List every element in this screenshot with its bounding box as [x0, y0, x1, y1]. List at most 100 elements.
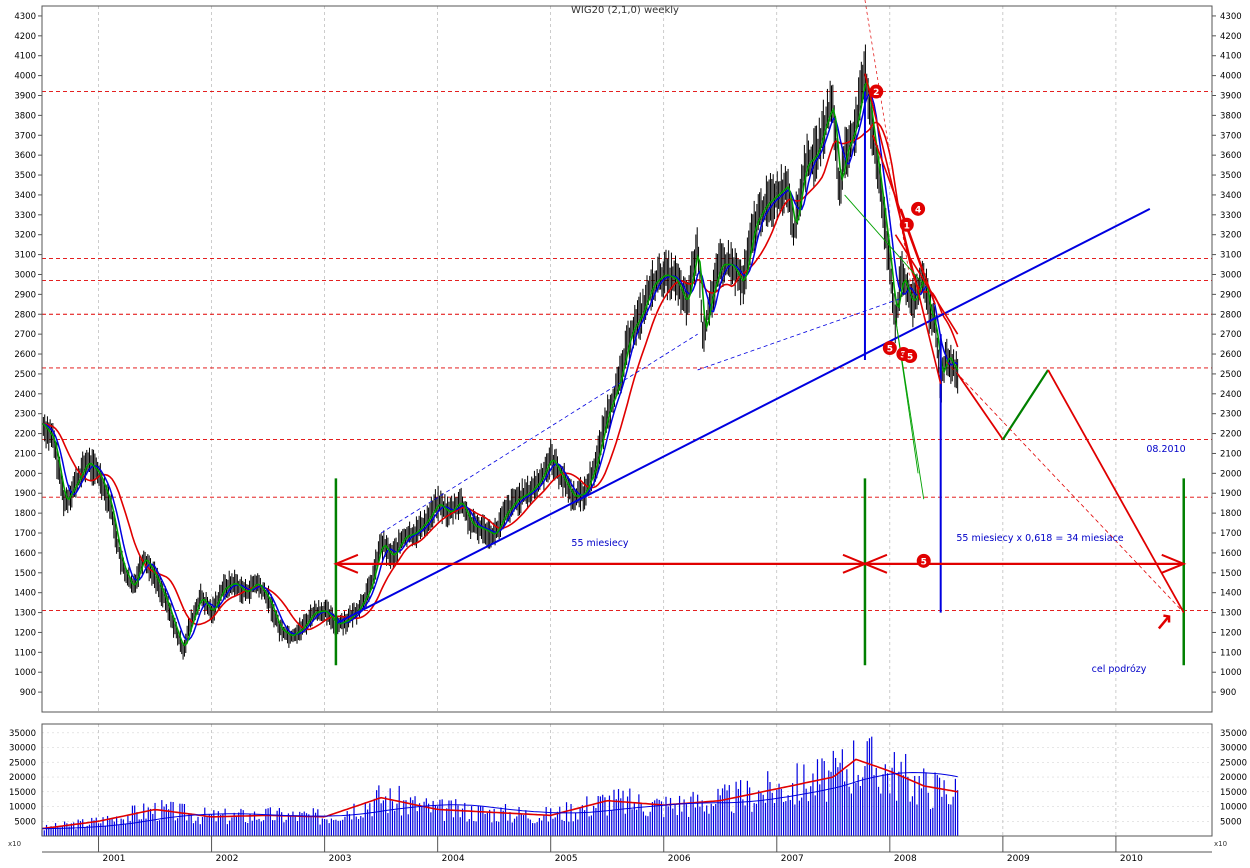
months-label: 55 miesiecy — [571, 538, 629, 549]
y-tick-label-left: 2000 — [14, 469, 36, 479]
y-tick-label-right: 1800 — [1220, 509, 1242, 519]
y-tick-label-left: 4300 — [14, 12, 36, 22]
y-tick-label-right: 1100 — [1220, 648, 1242, 658]
y-tick-label-right: 1000 — [1220, 668, 1242, 678]
y-tick-label-right: 4200 — [1220, 32, 1242, 42]
x-tick-label: 2008 — [894, 854, 917, 864]
y-tick-label-left: 4000 — [14, 72, 36, 82]
x-tick-label: 2010 — [1120, 854, 1143, 864]
y-tick-label-right: 1400 — [1220, 589, 1242, 599]
volume-tick-label-left: 35000 — [9, 729, 36, 739]
y-tick-label-left: 3800 — [14, 111, 36, 121]
y-tick-label-left: 2500 — [14, 370, 36, 380]
y-tick-label-right: 2400 — [1220, 390, 1242, 400]
y-tick-label-left: 2300 — [14, 410, 36, 420]
y-tick-label-right: 4300 — [1220, 12, 1242, 22]
y-tick-label-left: 1500 — [14, 569, 36, 579]
y-tick-label-left: 1800 — [14, 509, 36, 519]
y-tick-label-right: 1600 — [1220, 549, 1242, 559]
volume-tick-label-left: 30000 — [9, 744, 36, 754]
fib-label: 55 miesiecy x 0,618 = 34 miesiace — [956, 533, 1123, 544]
y-tick-label-left: 1300 — [14, 609, 36, 619]
y-tick-label-left: 2700 — [14, 330, 36, 340]
x-tick-label: 2005 — [555, 854, 578, 864]
y-tick-label-left: 2200 — [14, 430, 36, 440]
y-tick-label-right: 2500 — [1220, 370, 1242, 380]
wave-marker-label: 5 — [887, 345, 893, 355]
volume-unit-label-right: x10 — [1214, 840, 1227, 848]
x-tick-label: 2003 — [329, 854, 352, 864]
x-tick-label: 2002 — [216, 854, 239, 864]
target-label: cel podrózy — [1092, 664, 1147, 675]
y-tick-label-right: 3000 — [1220, 270, 1242, 280]
volume-unit-label-left: x10 — [8, 840, 21, 848]
y-tick-label-left: 4100 — [14, 52, 36, 62]
y-tick-label-right: 3800 — [1220, 111, 1242, 121]
x-tick-label: 2001 — [103, 854, 126, 864]
y-tick-label-right: 3200 — [1220, 231, 1242, 241]
y-tick-label-left: 3500 — [14, 171, 36, 181]
y-tick-label-right: 3100 — [1220, 251, 1242, 261]
volume-tick-label-right: 30000 — [1220, 744, 1247, 754]
y-tick-label-left: 1200 — [14, 628, 36, 638]
y-tick-label-left: 2400 — [14, 390, 36, 400]
volume-tick-label-left: 20000 — [9, 773, 36, 783]
volume-tick-label-right: 15000 — [1220, 788, 1247, 798]
y-tick-label-left: 1100 — [14, 648, 36, 658]
y-tick-label-left: 1600 — [14, 549, 36, 559]
volume-tick-label-left: 25000 — [9, 758, 36, 768]
volume-tick-label-right: 10000 — [1220, 803, 1247, 813]
y-tick-label-left: 3200 — [14, 231, 36, 241]
y-tick-label-left: 1900 — [14, 489, 36, 499]
chart-root: 1234555 20012002200320042005200620072008… — [0, 0, 1250, 864]
volume-tick-label-right: 5000 — [1220, 817, 1242, 827]
y-tick-label-right: 3300 — [1220, 211, 1242, 221]
y-tick-label-right: 2600 — [1220, 350, 1242, 360]
y-tick-label-right: 3900 — [1220, 91, 1242, 101]
y-tick-label-right: 4100 — [1220, 52, 1242, 62]
y-tick-label-right: 1300 — [1220, 609, 1242, 619]
y-tick-label-right: 2200 — [1220, 430, 1242, 440]
y-tick-label-right: 2900 — [1220, 290, 1242, 300]
y-tick-label-right: 1700 — [1220, 529, 1242, 539]
y-tick-label-left: 2800 — [14, 310, 36, 320]
price-volume-chart: 1234555 20012002200320042005200620072008… — [0, 0, 1250, 864]
y-tick-label-right: 900 — [1220, 688, 1236, 698]
x-tick-label: 2004 — [442, 854, 465, 864]
y-tick-label-left: 3300 — [14, 211, 36, 221]
x-tick-label: 2007 — [781, 854, 804, 864]
y-tick-label-left: 1000 — [14, 668, 36, 678]
y-tick-label-right: 4000 — [1220, 72, 1242, 82]
y-tick-label-right: 3500 — [1220, 171, 1242, 181]
chart-background — [0, 0, 1250, 864]
y-tick-label-right: 3700 — [1220, 131, 1242, 141]
y-tick-label-left: 3700 — [14, 131, 36, 141]
wave-marker-label: 5 — [907, 353, 913, 363]
volume-tick-label-right: 25000 — [1220, 758, 1247, 768]
wave-marker-label: 4 — [915, 205, 921, 215]
y-tick-label-right: 2100 — [1220, 449, 1242, 459]
volume-tick-label-left: 5000 — [14, 817, 36, 827]
y-tick-label-left: 2900 — [14, 290, 36, 300]
y-tick-label-left: 4200 — [14, 32, 36, 42]
x-tick-label: 2009 — [1007, 854, 1030, 864]
y-tick-label-right: 2300 — [1220, 410, 1242, 420]
volume-tick-label-right: 20000 — [1220, 773, 1247, 783]
chart-title: WIG20 (2,1,0) weekly — [571, 5, 679, 16]
y-tick-label-left: 3400 — [14, 191, 36, 201]
x-tick-label: 2006 — [668, 854, 691, 864]
y-tick-label-right: 2000 — [1220, 469, 1242, 479]
y-tick-label-left: 2100 — [14, 449, 36, 459]
y-tick-label-right: 2700 — [1220, 330, 1242, 340]
date-label: 08.2010 — [1146, 444, 1185, 455]
y-tick-label-right: 2800 — [1220, 310, 1242, 320]
y-tick-label-left: 2600 — [14, 350, 36, 360]
y-tick-label-right: 1900 — [1220, 489, 1242, 499]
y-tick-label-right: 1500 — [1220, 569, 1242, 579]
y-tick-label-right: 1200 — [1220, 628, 1242, 638]
y-tick-label-left: 3000 — [14, 270, 36, 280]
y-tick-label-left: 900 — [20, 688, 36, 698]
y-tick-label-left: 1700 — [14, 529, 36, 539]
y-tick-label-left: 3100 — [14, 251, 36, 261]
y-tick-label-right: 3400 — [1220, 191, 1242, 201]
